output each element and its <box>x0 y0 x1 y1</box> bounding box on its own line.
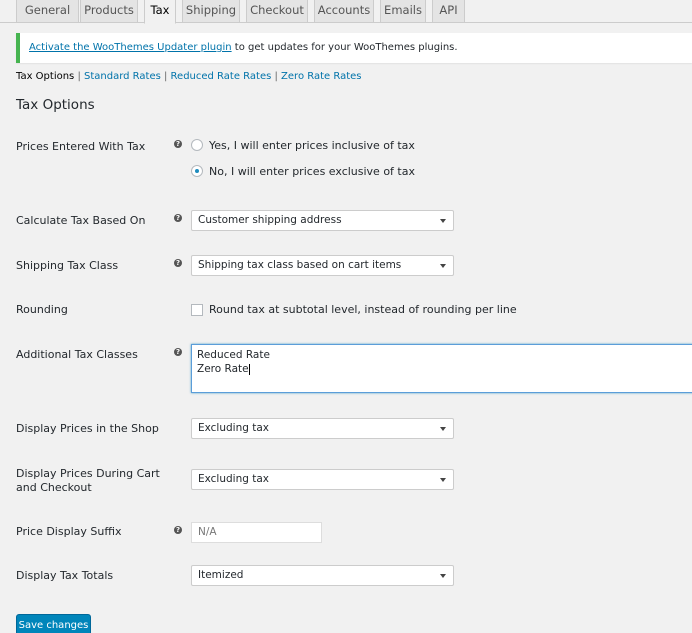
text-cursor <box>248 363 250 375</box>
rounding-checkbox[interactable] <box>191 304 203 316</box>
tax-totals-select[interactable]: Itemized <box>191 565 454 586</box>
prices-exclusive-label[interactable]: No, I will enter prices exclusive of tax <box>209 165 415 179</box>
tab-tax[interactable]: Tax <box>144 0 176 24</box>
subsection-standard-rates[interactable]: Standard Rates <box>84 71 161 82</box>
chevron-down-icon <box>440 219 446 223</box>
save-changes-button[interactable]: Save changes <box>16 614 91 633</box>
notice-text: to get updates for your WooThemes plugin… <box>231 42 458 53</box>
tax-totals-value: Itemized <box>198 569 244 581</box>
tax-class-line: Zero Rate <box>197 363 249 375</box>
display-cart-select[interactable]: Excluding tax <box>191 469 454 490</box>
separator: | <box>74 71 84 82</box>
settings-tabs: General Products Tax Shipping Checkout A… <box>0 0 692 24</box>
tab-api[interactable]: API <box>432 0 465 23</box>
display-shop-value: Excluding tax <box>198 422 270 434</box>
rounding-checkbox-label[interactable]: Round tax at subtotal level, instead of … <box>209 303 517 317</box>
separator: | <box>160 71 171 82</box>
tab-general[interactable]: General <box>16 0 79 23</box>
prices-inclusive-radio[interactable] <box>191 139 203 151</box>
chevron-down-icon <box>440 478 446 482</box>
help-icon[interactable]: ? <box>174 259 182 267</box>
tab-shipping[interactable]: Shipping <box>182 0 240 23</box>
additional-tax-classes-textarea[interactable]: Reduced Rate Zero Rate <box>191 344 692 393</box>
calc-based-on-label: Calculate Tax Based On <box>16 214 146 227</box>
help-icon[interactable]: ? <box>174 214 182 222</box>
help-icon[interactable]: ? <box>174 526 182 534</box>
price-suffix-label: Price Display Suffix <box>16 525 122 538</box>
tab-products[interactable]: Products <box>80 0 138 23</box>
chevron-down-icon <box>440 574 446 578</box>
updater-notice: Activate the WooThemes Updater plugin to… <box>16 33 692 63</box>
chevron-down-icon <box>440 264 446 268</box>
subsection-tax-options[interactable]: Tax Options <box>16 71 74 82</box>
price-suffix-input[interactable]: N/A <box>191 522 322 543</box>
tab-checkout[interactable]: Checkout <box>246 0 308 23</box>
tab-emails[interactable]: Emails <box>380 0 426 23</box>
calc-based-on-select[interactable]: Customer shipping address <box>191 210 454 231</box>
chevron-down-icon <box>440 427 446 431</box>
help-icon[interactable]: ? <box>174 348 182 356</box>
rounding-label: Rounding <box>16 303 68 316</box>
separator: | <box>271 71 282 82</box>
shipping-tax-class-select[interactable]: Shipping tax class based on cart items <box>191 255 454 276</box>
prices-exclusive-radio[interactable] <box>191 165 203 177</box>
display-shop-select[interactable]: Excluding tax <box>191 418 454 439</box>
calc-based-on-value: Customer shipping address <box>198 214 342 226</box>
tax-totals-label: Display Tax Totals <box>16 569 114 582</box>
display-cart-value: Excluding tax <box>198 473 270 485</box>
tab-accounts[interactable]: Accounts <box>314 0 374 23</box>
activate-updater-link[interactable]: Activate the WooThemes Updater plugin <box>29 42 232 53</box>
display-cart-label: Display Prices During Cart and Checkout <box>16 467 160 494</box>
shipping-tax-class-value: Shipping tax class based on cart items <box>198 259 402 271</box>
prices-entered-label: Prices Entered With Tax <box>16 140 146 153</box>
tax-class-line: Reduced Rate <box>197 349 270 361</box>
shipping-tax-class-label: Shipping Tax Class <box>16 259 119 272</box>
tax-subsections-nav: Tax Options | Standard Rates | Reduced R… <box>16 71 362 83</box>
subsection-reduced-rate-rates[interactable]: Reduced Rate Rates <box>171 71 272 82</box>
subsection-zero-rate-rates[interactable]: Zero Rate Rates <box>281 71 361 82</box>
additional-tax-classes-label: Additional Tax Classes <box>16 348 138 361</box>
tax-class-line-with-cursor: Zero Rate <box>197 362 690 376</box>
help-icon[interactable]: ? <box>174 140 182 148</box>
display-shop-label: Display Prices in the Shop <box>16 422 159 435</box>
section-title: Tax Options <box>16 97 95 113</box>
prices-inclusive-label[interactable]: Yes, I will enter prices inclusive of ta… <box>209 139 415 153</box>
